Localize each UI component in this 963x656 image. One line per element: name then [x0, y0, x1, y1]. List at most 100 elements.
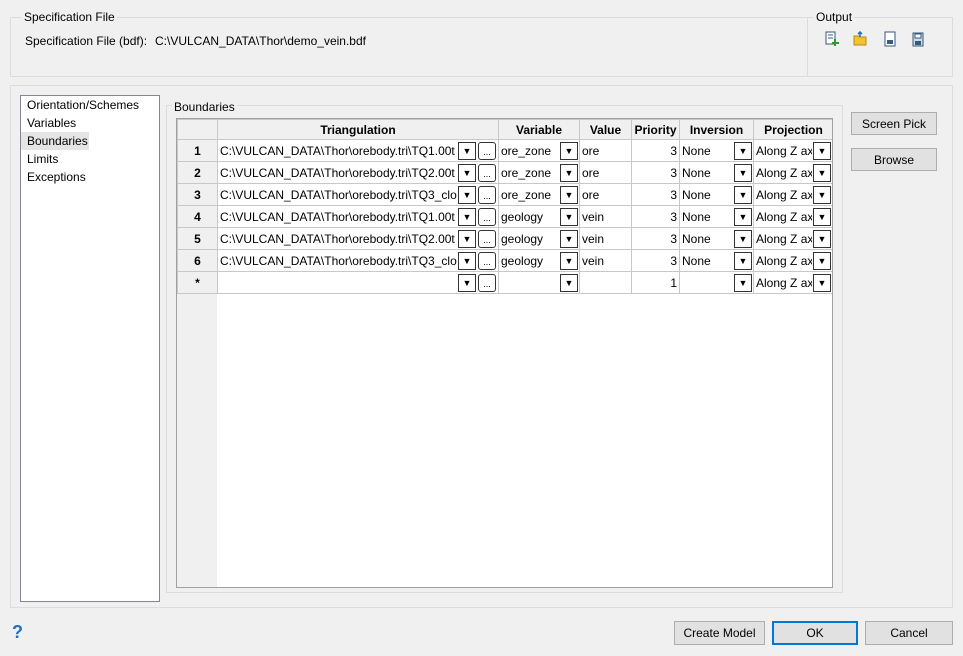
- priority-cell[interactable]: 3: [631, 139, 680, 162]
- projection-value[interactable]: Along Z axis: [756, 144, 812, 158]
- nav-item-exceptions[interactable]: Exceptions: [21, 168, 159, 186]
- projection-cell[interactable]: Along Z axis▼: [753, 205, 832, 228]
- variable-value[interactable]: geology: [501, 232, 559, 246]
- dropdown-arrow-icon[interactable]: ▼: [813, 252, 831, 270]
- triangulation-value[interactable]: C:\VULCAN_DATA\Thor\orebody.tri\TQ1.00t: [220, 144, 457, 158]
- dropdown-arrow-icon[interactable]: ▼: [560, 274, 578, 292]
- nav-item-limits[interactable]: Limits: [21, 150, 159, 168]
- value-cell[interactable]: ore: [579, 139, 632, 162]
- priority-cell[interactable]: 3: [631, 205, 680, 228]
- dropdown-arrow-icon[interactable]: ▼: [560, 230, 578, 248]
- triangulation-cell[interactable]: ▼...: [217, 271, 499, 294]
- row-number[interactable]: 1: [177, 139, 218, 162]
- variable-cell[interactable]: geology ▼: [498, 249, 580, 272]
- dropdown-arrow-icon[interactable]: ▼: [560, 252, 578, 270]
- create-model-button[interactable]: Create Model: [674, 621, 765, 645]
- priority-cell[interactable]: 3: [631, 249, 680, 272]
- dropdown-arrow-icon[interactable]: ▼: [813, 186, 831, 204]
- table-row[interactable]: 4 C:\VULCAN_DATA\Thor\orebody.tri\TQ1.00t…: [177, 205, 832, 228]
- triangulation-value[interactable]: C:\VULCAN_DATA\Thor\orebody.tri\TQ3_clos…: [220, 254, 457, 268]
- save-as-icon[interactable]: [911, 31, 925, 47]
- dropdown-arrow-icon[interactable]: ▼: [813, 164, 831, 182]
- value-header[interactable]: Value: [579, 119, 632, 140]
- dropdown-arrow-icon[interactable]: ▼: [560, 164, 578, 182]
- ok-button[interactable]: OK: [772, 621, 858, 645]
- dropdown-arrow-icon[interactable]: ▼: [813, 230, 831, 248]
- triangulation-header[interactable]: Triangulation: [217, 119, 499, 140]
- variable-cell[interactable]: ore_zone ▼: [498, 161, 580, 184]
- nav-item-variables[interactable]: Variables: [21, 114, 159, 132]
- inversion-value[interactable]: None: [682, 144, 732, 158]
- dropdown-arrow-icon[interactable]: ▼: [813, 208, 831, 226]
- variable-header[interactable]: Variable: [498, 119, 580, 140]
- row-number[interactable]: 6: [177, 249, 218, 272]
- variable-value[interactable]: geology: [501, 210, 559, 224]
- variable-value[interactable]: ore_zone: [501, 166, 559, 180]
- projection-cell[interactable]: Along Z axis▼: [753, 249, 832, 272]
- save-icon[interactable]: [883, 31, 897, 47]
- value-cell[interactable]: ore: [579, 161, 632, 184]
- row-number[interactable]: 5: [177, 227, 218, 250]
- variable-cell[interactable]: ore_zone ▼: [498, 183, 580, 206]
- inversion-value[interactable]: None: [682, 188, 732, 202]
- triangulation-cell[interactable]: C:\VULCAN_DATA\Thor\orebody.tri\TQ2.00t ▼…: [217, 227, 499, 250]
- projection-cell[interactable]: Along Z axis▼: [753, 227, 832, 250]
- projection-value[interactable]: Along Z axis: [756, 210, 812, 224]
- dropdown-arrow-icon[interactable]: ▼: [734, 142, 752, 160]
- dropdown-arrow-icon[interactable]: ▼: [734, 186, 752, 204]
- browse-ellipsis-button[interactable]: ...: [478, 186, 496, 204]
- dropdown-arrow-icon[interactable]: ▼: [813, 142, 831, 160]
- value-cell[interactable]: vein: [579, 205, 632, 228]
- row-number[interactable]: 2: [177, 161, 218, 184]
- spec-file-path[interactable]: C:\VULCAN_DATA\Thor\demo_vein.bdf: [155, 34, 366, 48]
- dropdown-arrow-icon[interactable]: ▼: [560, 142, 578, 160]
- projection-value[interactable]: Along Z axis: [756, 254, 812, 268]
- nav-item-orientation-schemes[interactable]: Orientation/Schemes: [21, 96, 159, 114]
- screen-pick-button[interactable]: Screen Pick: [851, 112, 937, 135]
- projection-header[interactable]: Projection: [753, 119, 832, 140]
- open-folder-icon[interactable]: [853, 31, 867, 47]
- priority-cell[interactable]: 3: [631, 183, 680, 206]
- variable-value[interactable]: ore_zone: [501, 144, 559, 158]
- table-row[interactable]: *▼...▼1▼Along Z axis▼: [177, 271, 832, 294]
- browse-ellipsis-button[interactable]: ...: [478, 142, 496, 160]
- dropdown-arrow-icon[interactable]: ▼: [734, 208, 752, 226]
- browse-button[interactable]: Browse: [851, 148, 937, 171]
- row-number[interactable]: *: [177, 271, 218, 294]
- triangulation-value[interactable]: C:\VULCAN_DATA\Thor\orebody.tri\TQ2.00t: [220, 232, 457, 246]
- value-cell[interactable]: vein: [579, 227, 632, 250]
- inversion-cell[interactable]: None ▼: [679, 249, 754, 272]
- triangulation-value[interactable]: C:\VULCAN_DATA\Thor\orebody.tri\TQ2.00t: [220, 166, 457, 180]
- triangulation-value[interactable]: C:\VULCAN_DATA\Thor\orebody.tri\TQ1.00t: [220, 210, 457, 224]
- triangulation-cell[interactable]: C:\VULCAN_DATA\Thor\orebody.tri\TQ1.00t ▼…: [217, 205, 499, 228]
- dropdown-arrow-icon[interactable]: ▼: [458, 164, 476, 182]
- value-cell[interactable]: ore: [579, 183, 632, 206]
- value-cell[interactable]: [579, 271, 632, 294]
- new-file-icon[interactable]: [825, 31, 839, 47]
- variable-value[interactable]: geology: [501, 254, 559, 268]
- dropdown-arrow-icon[interactable]: ▼: [458, 186, 476, 204]
- inversion-cell[interactable]: ▼: [679, 271, 754, 294]
- triangulation-cell[interactable]: C:\VULCAN_DATA\Thor\orebody.tri\TQ2.00t ▼…: [217, 161, 499, 184]
- dropdown-arrow-icon[interactable]: ▼: [458, 252, 476, 270]
- inversion-cell[interactable]: None ▼: [679, 227, 754, 250]
- inversion-cell[interactable]: None ▼: [679, 183, 754, 206]
- inversion-header[interactable]: Inversion: [679, 119, 754, 140]
- variable-cell[interactable]: ▼: [498, 271, 580, 294]
- priority-cell[interactable]: 3: [631, 227, 680, 250]
- browse-ellipsis-button[interactable]: ...: [478, 164, 496, 182]
- table-row[interactable]: 6 C:\VULCAN_DATA\Thor\orebody.tri\TQ3_clo…: [177, 249, 832, 272]
- dropdown-arrow-icon[interactable]: ▼: [458, 142, 476, 160]
- table-row[interactable]: 3 C:\VULCAN_DATA\Thor\orebody.tri\TQ3_clo…: [177, 183, 832, 206]
- projection-cell[interactable]: Along Z axis▼: [753, 161, 832, 184]
- row-number-header[interactable]: [177, 119, 218, 140]
- dropdown-arrow-icon[interactable]: ▼: [458, 208, 476, 226]
- projection-value[interactable]: Along Z axis: [756, 232, 812, 246]
- boundaries-grid[interactable]: Triangulation Variable Value Priority Invers…: [176, 118, 833, 588]
- dropdown-arrow-icon[interactable]: ▼: [813, 274, 831, 292]
- inversion-cell[interactable]: None ▼: [679, 139, 754, 162]
- inversion-cell[interactable]: None ▼: [679, 161, 754, 184]
- dropdown-arrow-icon[interactable]: ▼: [560, 186, 578, 204]
- inversion-value[interactable]: None: [682, 232, 732, 246]
- projection-cell[interactable]: Along Z axis▼: [753, 139, 832, 162]
